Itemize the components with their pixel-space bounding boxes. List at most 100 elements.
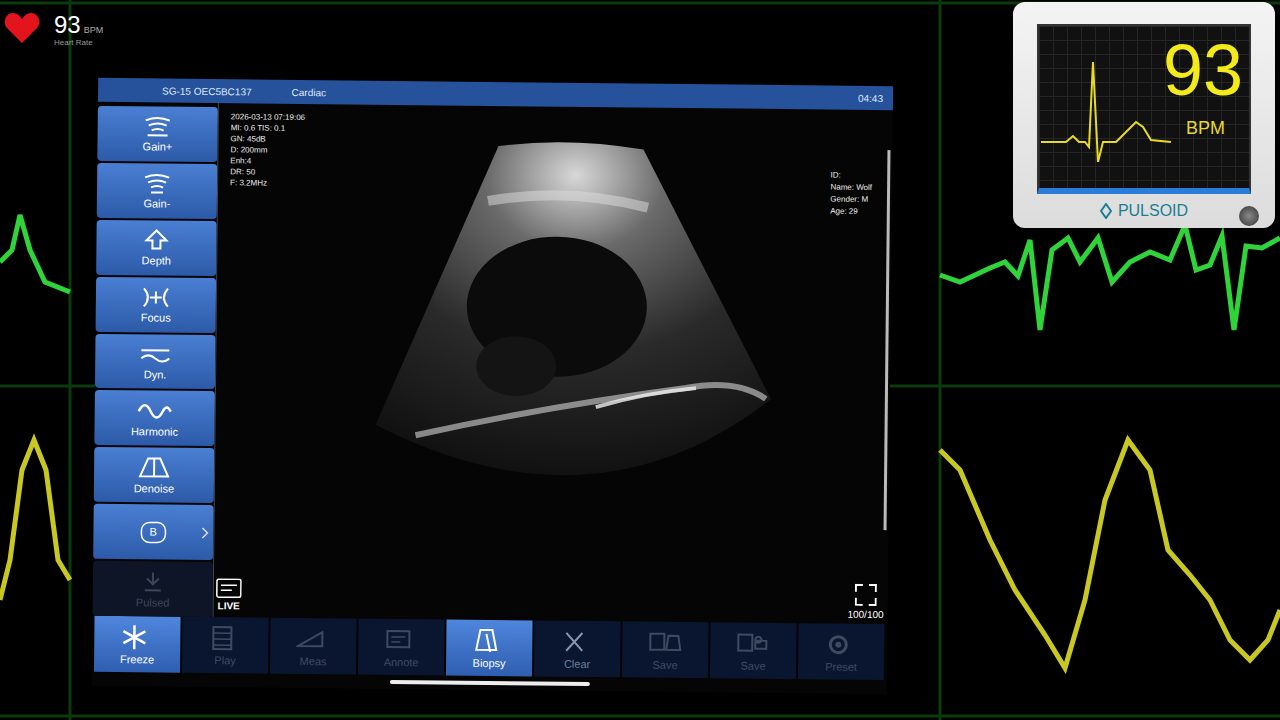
live-icon (216, 578, 242, 598)
home-indicator[interactable] (389, 680, 589, 686)
toolbar-button[interactable]: Meas (270, 618, 357, 675)
parameter-line: 2026-03-13 07:19:06 (231, 111, 305, 123)
measure-icon (296, 625, 330, 651)
sidebar-button[interactable]: Depth (96, 220, 217, 276)
sidebar-button[interactable]: Focus (96, 277, 217, 333)
sidebar-button[interactable]: Harmonic (94, 390, 215, 446)
scroll-bar[interactable] (884, 150, 891, 530)
toolbar-label: Save (652, 658, 677, 670)
monitor-value: 93 (1163, 32, 1243, 108)
frame-count: 100/100 (847, 609, 883, 620)
bottom-toolbar: Freeze Play Meas Annote Biopsy Clear Save Save P… (92, 616, 888, 680)
sidebar-label: Denoise (134, 482, 174, 494)
clear-icon (560, 628, 594, 654)
patient-line: ID: (831, 170, 873, 182)
monitor-knob[interactable] (1239, 206, 1259, 226)
heart-icon (4, 12, 40, 44)
heart-rate-unit: BPM (84, 25, 104, 35)
toolbar-label: Clear (564, 657, 590, 669)
sidebar-label: Harmonic (131, 425, 178, 437)
patient-line: Age: 29 (830, 206, 872, 218)
sidebar-button[interactable]: Denoise (94, 447, 215, 503)
denoise-icon (136, 456, 172, 480)
parameter-line: MI: 0.6 TIS: 0.1 (231, 122, 305, 134)
live-label: LIVE (218, 600, 240, 611)
monitor-brand: PULSOID (1100, 202, 1188, 220)
save-image-icon (648, 629, 682, 655)
heart-rate-row: 93BPM (54, 12, 103, 38)
sidebar-button[interactable]: Dyn. (95, 333, 216, 389)
monitor-footer: PULSOID (1037, 194, 1251, 228)
ultrasound-tablet: SG-15 OEC5BC137 Cardiac 04:43 Gain+ Gain- Dep… (92, 78, 893, 694)
toolbar-button[interactable]: Save (622, 621, 709, 678)
toolbar-button[interactable]: Save (710, 622, 797, 679)
snowflake-icon (120, 624, 154, 650)
scan-parameters: 2026-03-13 07:19:06MI: 0.6 TIS: 0.1GN: 4… (230, 111, 305, 189)
toolbar-button[interactable]: Preset (798, 623, 885, 680)
gain-up-icon (140, 115, 176, 139)
control-sidebar: Gain+ Gain- Depth Focus Dyn. Harmonic Denoise B… (93, 102, 218, 617)
ultrasound-image (214, 103, 889, 620)
monitor-screen: 93 BPM (1037, 24, 1251, 194)
sidebar-label: Dyn. (144, 368, 167, 380)
dynamic-range-icon (137, 342, 173, 366)
heart-rate-widget: 93BPMHeart Rate (4, 12, 103, 47)
harmonic-wave-icon (137, 399, 173, 423)
sidebar-label: Depth (142, 255, 171, 267)
patient-info: ID:Name: WolfGender: MAge: 29 (830, 170, 872, 218)
preset-label[interactable]: Cardiac (292, 86, 327, 97)
tablet-body: Gain+ Gain- Depth Focus Dyn. Harmonic Denoise B… (93, 102, 893, 624)
toolbar-button[interactable]: Play (182, 617, 269, 674)
toolbar-label: Biopsy (473, 656, 506, 668)
toolbar-label: Meas (300, 654, 327, 666)
focus-icon (138, 285, 174, 309)
ecg-trace-icon (1041, 52, 1171, 162)
toolbar-label: Save (740, 659, 765, 671)
annotate-icon (384, 626, 418, 652)
gain-down-icon (139, 172, 175, 196)
monitor-unit: BPM (1186, 118, 1225, 139)
heart-rate-text: 93BPMHeart Rate (54, 12, 103, 47)
top-bar-spacer (366, 93, 818, 98)
depth-arrow-icon (138, 229, 174, 253)
toolbar-label: Annote (384, 655, 419, 667)
device-id: SG-15 OEC5BC137 (162, 85, 252, 97)
biopsy-icon (472, 627, 506, 653)
sidebar-label: Pulsed (136, 596, 170, 608)
brand-name: PULSOID (1118, 202, 1188, 220)
parameter-line: DR: 50 (230, 166, 304, 178)
parameter-line: Enh:4 (230, 155, 304, 167)
image-area: 2026-03-13 07:19:06MI: 0.6 TIS: 0.1GN: 4… (213, 103, 893, 624)
sidebar-label: Gain+ (143, 141, 173, 153)
patient-line: Name: Wolf (830, 182, 872, 194)
sidebar-button[interactable]: Gain- (97, 163, 218, 219)
parameter-line: GN: 45dB (231, 133, 305, 145)
b-mode-holder: B (135, 520, 171, 544)
clock: 04:43 (858, 92, 883, 103)
sidebar-button[interactable]: Gain+ (97, 106, 218, 162)
toolbar-label: Preset (825, 660, 857, 672)
sidebar-label: Gain- (143, 198, 170, 210)
sidebar-label: Focus (141, 311, 171, 323)
diamond-logo-icon (1100, 203, 1112, 219)
tablet-top-bar: SG-15 OEC5BC137 Cardiac 04:43 (98, 78, 893, 110)
live-indicator: LIVE (216, 578, 242, 611)
pulse-monitor: 93 BPM PULSOID (1013, 2, 1275, 228)
toolbar-button[interactable]: Clear (534, 620, 621, 677)
patient-line: Gender: M (830, 194, 872, 206)
pulsed-icon (135, 570, 171, 594)
parameter-line: D: 200mm (230, 144, 304, 156)
parameter-line: F: 3.2MHz (230, 177, 304, 189)
sidebar-button[interactable]: B (93, 504, 214, 560)
fullscreen-icon (855, 584, 877, 606)
chevron-icon (201, 527, 209, 539)
toolbar-button[interactable]: Freeze (94, 616, 181, 673)
toolbar-label: Play (214, 654, 236, 666)
frame-counter[interactable]: 100/100 (847, 584, 884, 620)
sidebar-label: B (149, 525, 156, 537)
toolbar-button[interactable]: Biopsy (446, 620, 533, 677)
sidebar-button: Pulsed (93, 561, 214, 617)
toolbar-label: Freeze (120, 653, 154, 665)
toolbar-button[interactable]: Annote (358, 619, 445, 676)
heart-rate-caption: Heart Rate (54, 38, 103, 47)
